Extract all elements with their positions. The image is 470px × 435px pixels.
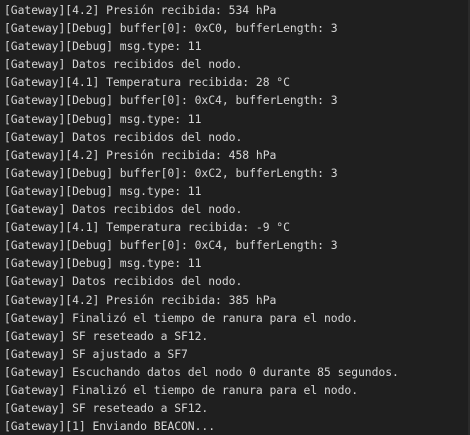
log-line: [Gateway] Finalizó el tiempo de ranura p… bbox=[4, 310, 359, 325]
log-line: [Gateway] Datos recibidos del nodo. bbox=[4, 274, 243, 289]
serial-console-output[interactable]: [Gateway][4.2] Presión recibida: 534 hPa… bbox=[0, 0, 470, 435]
log-line: [Gateway][4.1] Temperatura recibida: 28 … bbox=[4, 75, 290, 90]
log-line: [Gateway][Debug] msg.type: 11 bbox=[4, 183, 202, 198]
log-line: [Gateway][4.2] Presión recibida: 534 hPa bbox=[4, 3, 277, 17]
log-line: [Gateway] Datos recibidos del nodo. bbox=[4, 129, 243, 144]
log-line: [Gateway][Debug] msg.type: 11 bbox=[4, 256, 202, 271]
log-line: [Gateway][Debug] msg.type: 11 bbox=[4, 111, 202, 126]
log-line: [Gateway][Debug] buffer[0]: 0xC0, buffer… bbox=[4, 21, 338, 36]
log-line: [Gateway] SF reseteado a SF12. bbox=[4, 401, 209, 416]
log-line: [Gateway][Debug] buffer[0]: 0xC4, buffer… bbox=[4, 238, 338, 253]
log-line: [Gateway][Debug] msg.type: 11 bbox=[4, 39, 202, 54]
log-line: [Gateway][Debug] buffer[0]: 0xC2, buffer… bbox=[4, 165, 338, 180]
log-line: [Gateway] Escuchando datos del nodo 0 du… bbox=[4, 364, 399, 379]
log-line: [Gateway] Finalizó el tiempo de ranura p… bbox=[4, 382, 359, 397]
log-line: [Gateway] Datos recibidos del nodo. bbox=[4, 57, 243, 72]
log-line: [Gateway][Debug] buffer[0]: 0xC4, buffer… bbox=[4, 93, 338, 108]
log-line: [Gateway] SF reseteado a SF12. bbox=[4, 328, 209, 343]
log-line: [Gateway][4.1] Temperatura recibida: -9 … bbox=[4, 220, 290, 235]
log-line: [Gateway] SF ajustado a SF7 bbox=[4, 346, 188, 361]
log-line: [Gateway][1] Enviando BEACON... bbox=[4, 419, 216, 434]
log-line: [Gateway][4.2] Presión recibida: 458 hPa bbox=[4, 147, 277, 162]
log-line: [Gateway] Datos recibidos del nodo. bbox=[4, 202, 243, 217]
log-line: [Gateway][4.2] Presión recibida: 385 hPa bbox=[4, 292, 277, 307]
